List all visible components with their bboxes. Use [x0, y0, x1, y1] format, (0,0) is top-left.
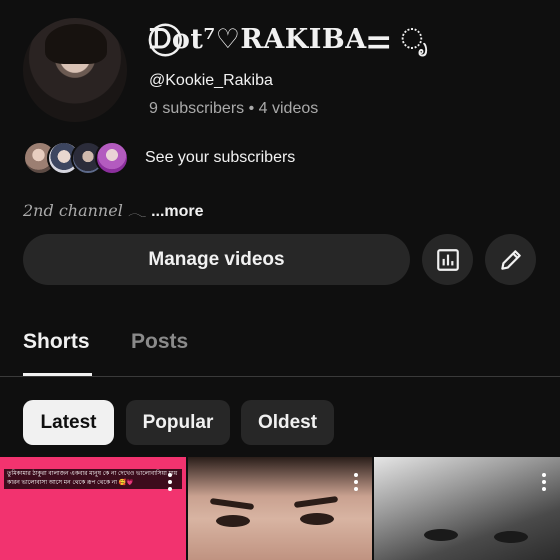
see-subscribers-link[interactable]: See your subscribers — [145, 149, 295, 167]
more-options-icon[interactable] — [542, 473, 546, 491]
analytics-button[interactable] — [422, 234, 473, 285]
short-caption: তুমিকামার ঠাকুরা বালাজন একবার মানুষ কে ন… — [4, 469, 182, 489]
short-thumbnail[interactable]: তুমিকামার ঠাকুরা বালাজন একবার মানুষ কে ন… — [0, 457, 186, 560]
tab-shorts[interactable]: Shorts — [23, 330, 90, 354]
short-thumbnail[interactable] — [374, 457, 560, 560]
channel-avatar[interactable] — [23, 18, 127, 122]
bar-chart-icon — [436, 248, 459, 271]
more-link[interactable]: ...more — [151, 203, 203, 220]
channel-stats: 9 subscribers • 4 videos — [149, 100, 319, 117]
edit-button[interactable] — [485, 234, 536, 285]
subscriber-avatar — [95, 141, 129, 175]
tabs-divider — [0, 376, 560, 377]
channel-handle: @Kookie_Rakiba — [149, 72, 273, 89]
more-options-icon[interactable] — [168, 473, 172, 491]
description-text: 2nd channel 𓂃 — [23, 201, 147, 220]
manage-videos-button[interactable]: Manage videos — [23, 234, 410, 285]
filter-oldest[interactable]: Oldest — [241, 400, 334, 445]
tab-posts[interactable]: Posts — [131, 330, 188, 354]
short-thumbnail[interactable] — [188, 457, 372, 560]
more-options-icon[interactable] — [354, 473, 358, 491]
filter-popular[interactable]: Popular — [126, 400, 230, 445]
channel-description[interactable]: 2nd channel 𓂃 ...more — [23, 196, 204, 222]
channel-name: ᗪ⃝ot⁷♡RAKIBA⚌ ೃ — [149, 24, 429, 55]
subscribers-row[interactable]: See your subscribers — [23, 140, 295, 176]
filter-latest[interactable]: Latest — [23, 400, 114, 445]
pencil-icon — [500, 249, 521, 270]
